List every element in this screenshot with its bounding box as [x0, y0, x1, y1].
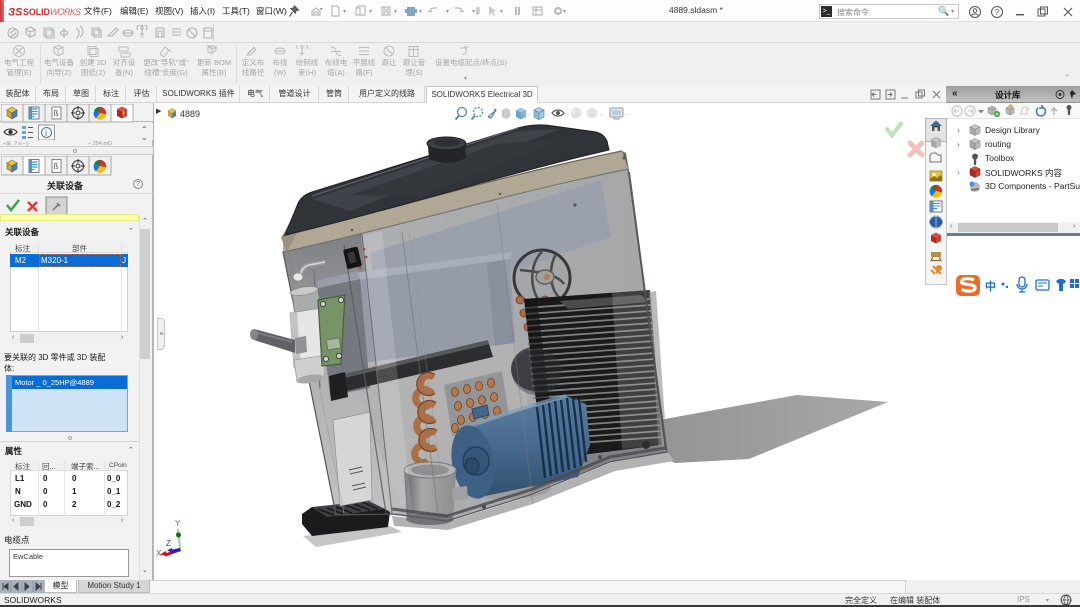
svg-text:WORKS: WORKS [50, 7, 81, 17]
svg-text:SOLID: SOLID [23, 7, 50, 17]
svg-text:i: i [45, 128, 47, 138]
svg-text:?: ? [995, 8, 1000, 17]
svg-text:ЗS: ЗS [8, 7, 23, 19]
svg-text:Z: Z [166, 539, 171, 548]
svg-text:中: 中 [985, 279, 996, 293]
svg-text:Y: Y [175, 519, 181, 528]
svg-text:ß: ß [54, 162, 59, 171]
svg-text:ß: ß [54, 109, 59, 118]
svg-text:X: X [156, 549, 162, 558]
